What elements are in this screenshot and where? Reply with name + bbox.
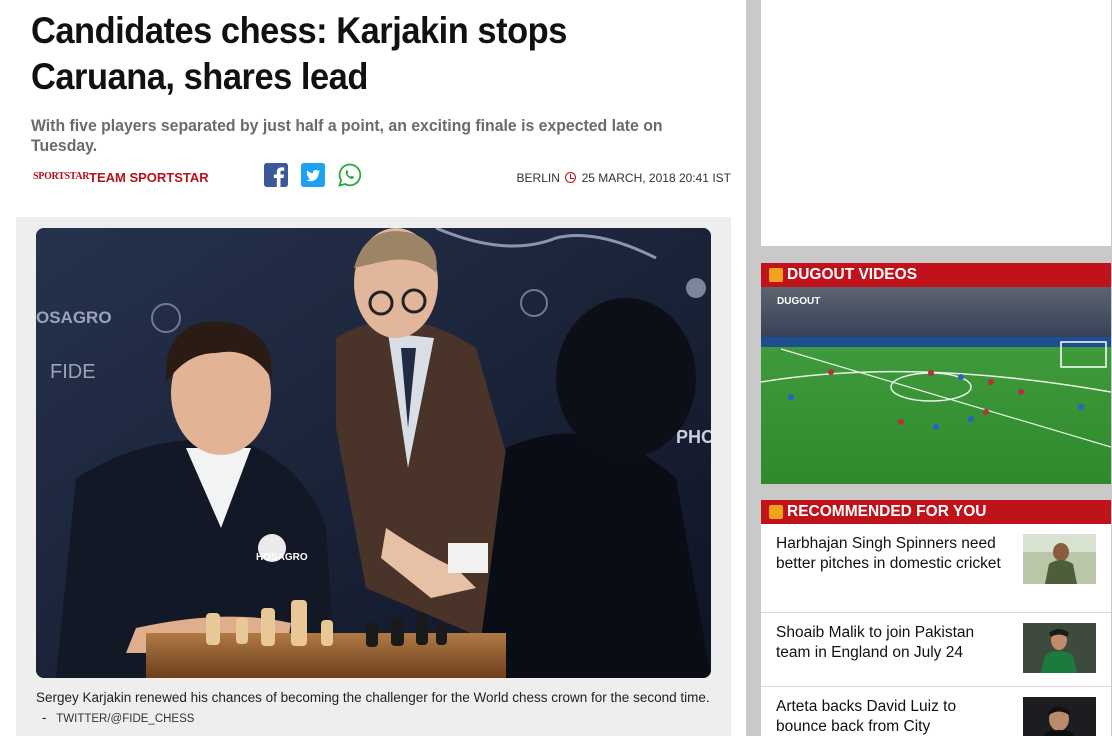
backdrop-sponsor-1: OSAGRO (36, 308, 112, 327)
photo-caption: Sergey Karjakin renewed his chances of b… (36, 688, 716, 729)
article-standfirst: With five players separated by just half… (31, 116, 663, 155)
advertisement-slot[interactable] (761, 0, 1111, 246)
recommended-header: RECOMMENDED FOR YOU (761, 500, 1111, 524)
cricketer-thumbnail[interactable] (1023, 534, 1096, 584)
recommended-title: RECOMMENDED FOR YOU (787, 503, 987, 520)
caption-text: Sergey Karjakin renewed his chances of b… (36, 690, 710, 705)
location-label: BERLIN (516, 171, 560, 185)
dugout-videos-header: DUGOUT VIDEOS (761, 263, 1111, 287)
recommended-item[interactable]: Shoaib Malik to join Pakistan team in En… (761, 613, 1111, 687)
article-figure: OSAGRO FIDE PHO HOSAGRO Sergey Karjakin … (16, 217, 731, 736)
recommended-item[interactable]: Arteta backs David Luiz to bounce back f… (761, 687, 1111, 736)
pakistan-player-thumbnail[interactable] (1023, 623, 1096, 673)
article-headline: Candidates chess: Karjakin stops Caruana… (31, 10, 567, 97)
twitter-icon[interactable] (301, 163, 325, 187)
dugout-videos-title: DUGOUT VIDEOS (787, 266, 918, 283)
recommended-list: Harbhajan Singh Spinners need better pit… (761, 524, 1111, 736)
backdrop-sponsor-2: FIDE (50, 361, 96, 383)
byline: SPORTSTAR TEAM SPORTSTAR BERLIN 25 MARCH… (31, 162, 731, 194)
dugout-watermark: DUGOUT (777, 296, 820, 307)
publish-datetime: 25 MARCH, 2018 20:41 IST (581, 171, 731, 185)
recommended-item-title[interactable]: Harbhajan Singh Spinners need better pit… (761, 524, 1011, 574)
recommended-item-title[interactable]: Shoaib Malik to join Pakistan team in En… (761, 613, 1011, 663)
author-link[interactable]: TEAM SPORTSTAR (89, 170, 209, 185)
article-photo[interactable]: OSAGRO FIDE PHO HOSAGRO (36, 228, 711, 678)
video-player[interactable]: DUGOUT (761, 287, 1111, 484)
dateline: BERLIN 25 MARCH, 2018 20:41 IST (517, 171, 731, 185)
section-marker-icon (769, 505, 783, 519)
section-marker-icon (769, 268, 783, 282)
sportstar-logo[interactable]: SPORTSTAR (33, 171, 90, 182)
caption-separator: - (42, 710, 47, 725)
recommended-item[interactable]: Harbhajan Singh Spinners need better pit… (761, 524, 1111, 613)
article-column: Candidates chess: Karjakin stops Caruana… (0, 0, 746, 736)
shirt-sponsor-logo: HOSAGRO (256, 552, 308, 563)
clock-icon (565, 172, 577, 183)
backdrop-sponsor-3: PHO (676, 427, 711, 447)
whatsapp-icon[interactable] (338, 163, 362, 187)
arteta-thumbnail[interactable] (1023, 697, 1096, 736)
photo-credit: TWITTER/@FIDE_CHESS (56, 713, 195, 725)
facebook-icon[interactable] (264, 163, 288, 187)
recommended-item-title[interactable]: Arteta backs David Luiz to bounce back f… (761, 687, 1011, 736)
